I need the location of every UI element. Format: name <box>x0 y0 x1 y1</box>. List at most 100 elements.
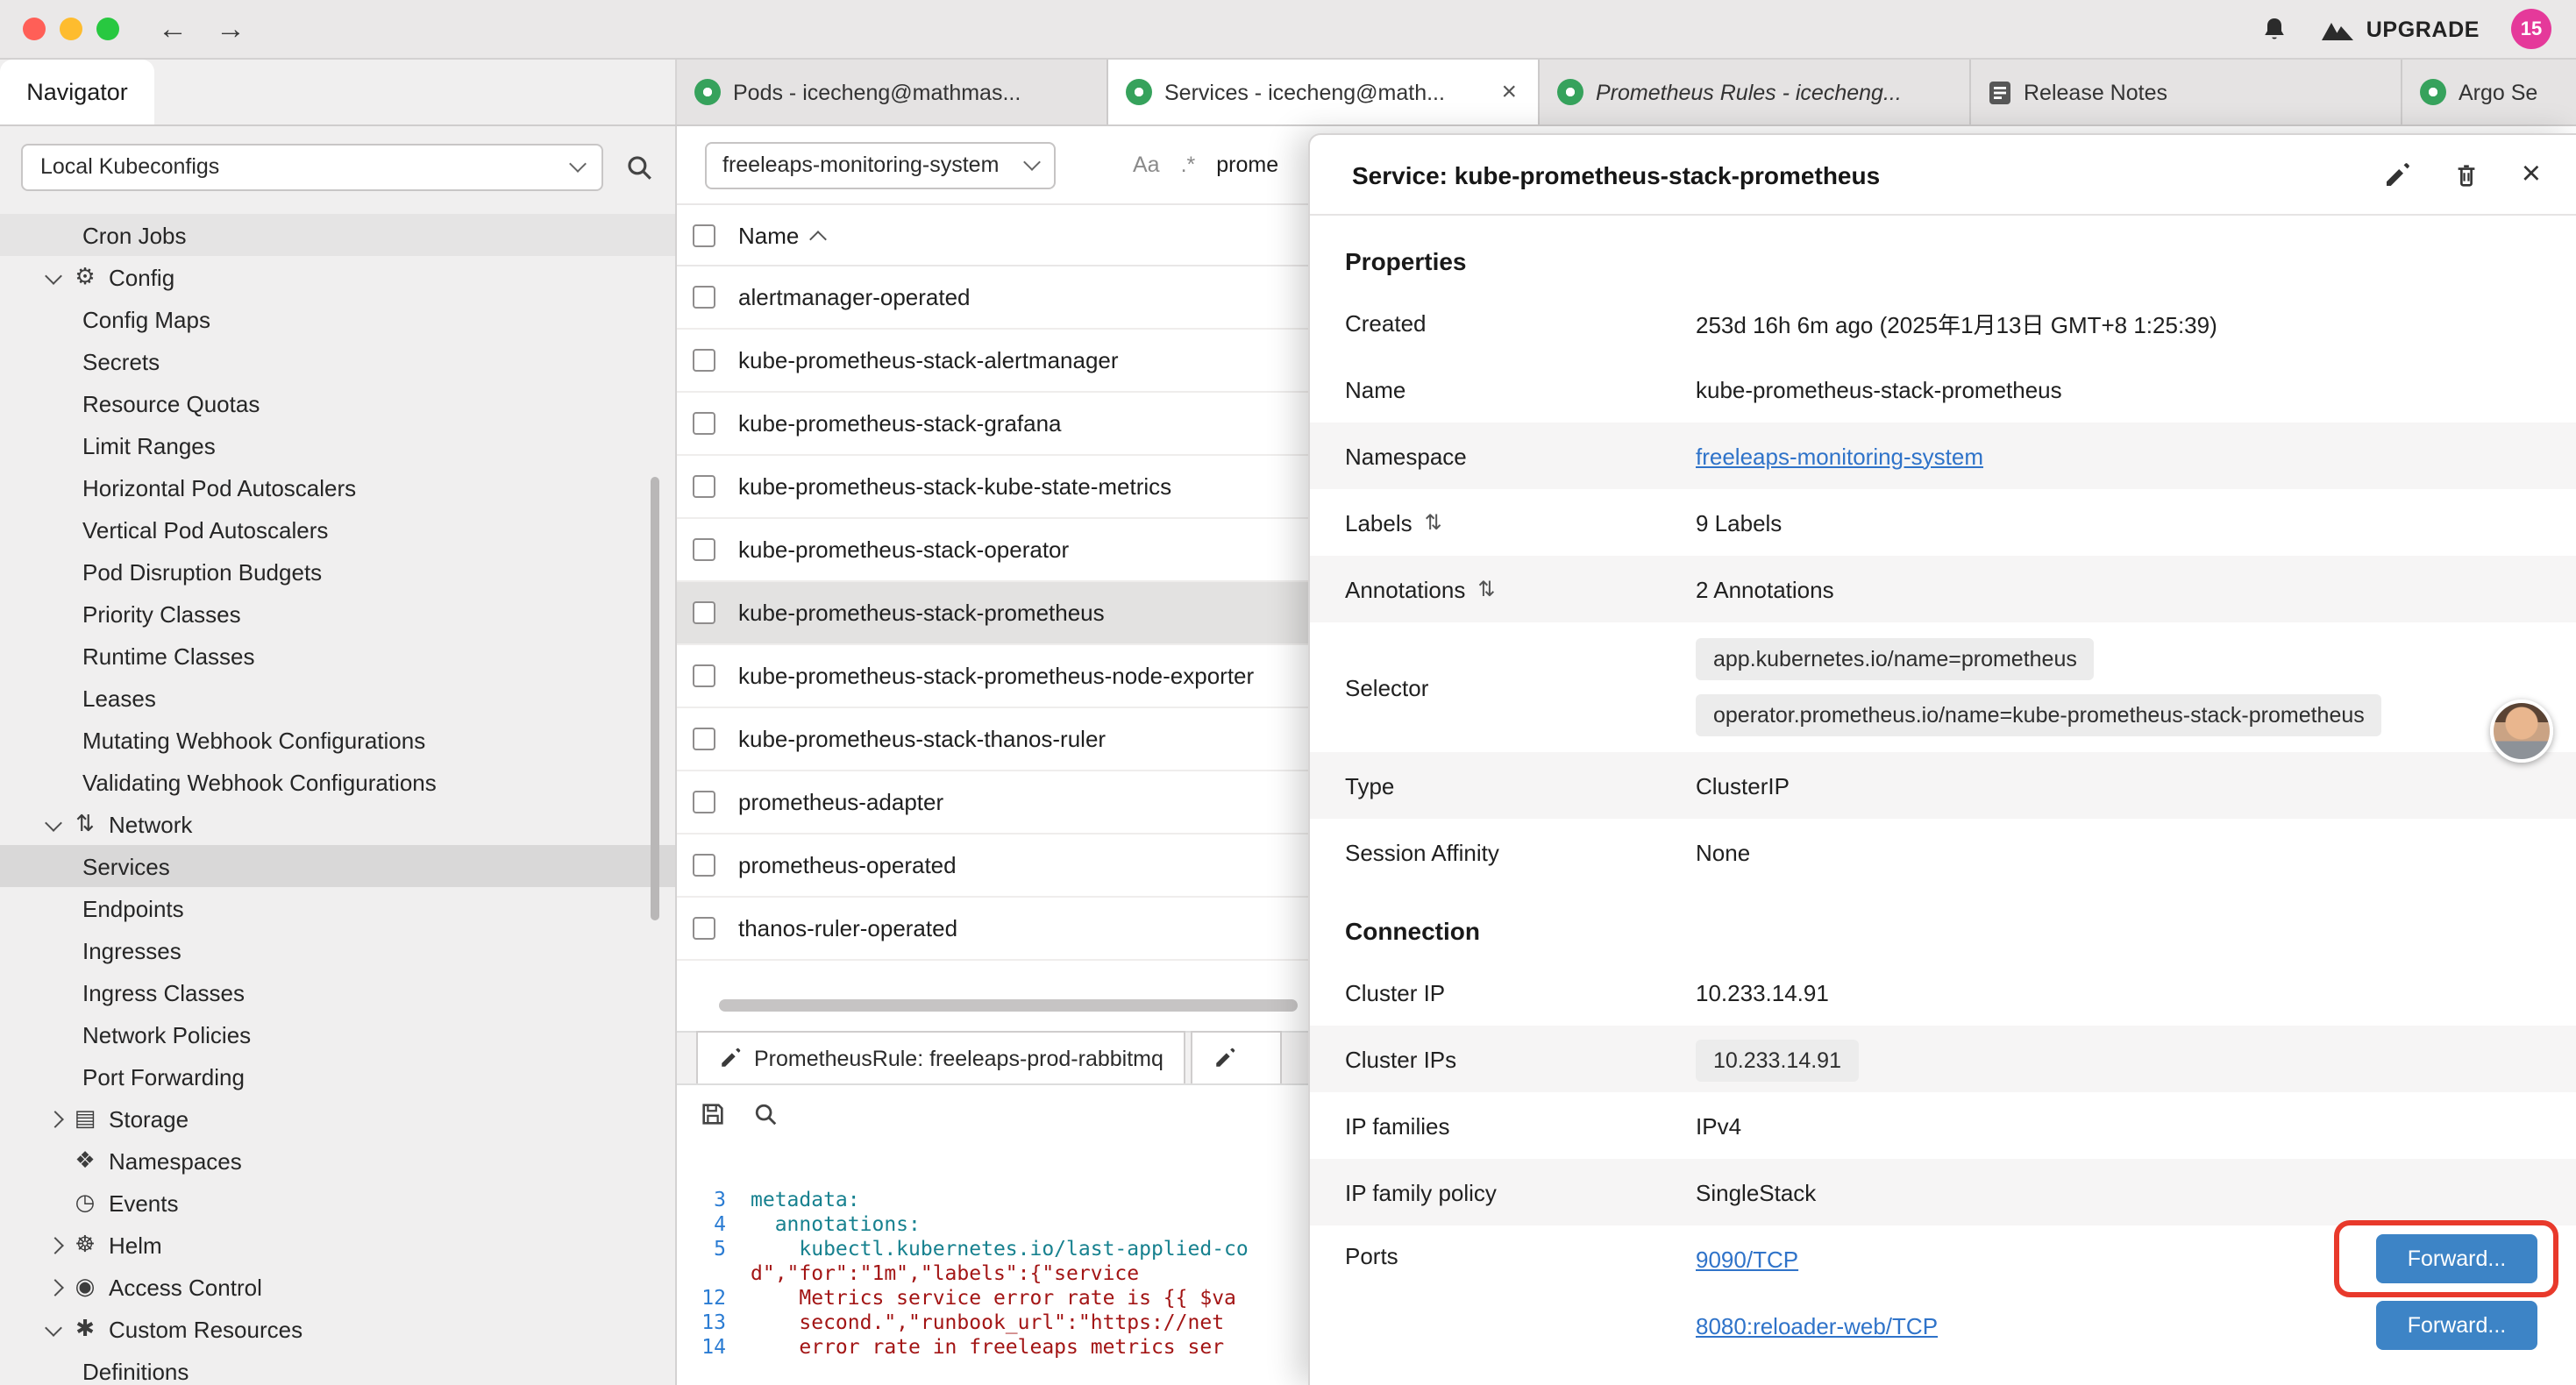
save-icon[interactable] <box>700 1100 726 1126</box>
close-panel-icon[interactable]: × <box>2522 158 2541 191</box>
kubeconfig-selector[interactable]: Local Kubeconfigs <box>21 143 603 190</box>
namespace-filter-value: freeleaps-monitoring-system <box>722 153 999 177</box>
dock-tab-active[interactable]: PrometheusRule: freeleaps-prod-rabbitmq <box>696 1031 1186 1083</box>
select-all-checkbox[interactable] <box>693 224 715 246</box>
row-checkbox[interactable] <box>693 917 715 940</box>
sidebar-scrollbar[interactable] <box>651 477 659 920</box>
sidebar-item-label: Definitions <box>82 1358 189 1384</box>
sidebar-item[interactable]: Endpoints <box>0 887 675 929</box>
notifications-bell-icon[interactable] <box>2261 15 2289 43</box>
expand-updown-icon[interactable]: ⇅ <box>1425 510 1442 535</box>
port-link[interactable]: 8080:reloader-web/TCP <box>1696 1312 1938 1339</box>
sidebar-item[interactable]: Pod Disruption Budgets <box>0 550 675 593</box>
back-arrow-icon[interactable]: ← <box>158 11 188 46</box>
delete-trash-icon[interactable] <box>2453 160 2480 188</box>
sidebar-item[interactable]: ☸ Helm <box>0 1224 675 1266</box>
sidebar-item[interactable]: Secrets <box>0 340 675 382</box>
row-checkbox[interactable] <box>693 664 715 687</box>
sidebar-item[interactable]: Limit Ranges <box>0 424 675 466</box>
tree-expander-icon[interactable] <box>42 1315 70 1343</box>
expand-updown-icon[interactable]: ⇅ <box>1477 577 1495 601</box>
tree-expander-icon[interactable] <box>42 263 70 291</box>
sidebar-item[interactable]: Config Maps <box>0 298 675 340</box>
type-label: Type <box>1345 772 1696 799</box>
sidebar-item[interactable]: Definitions <box>0 1350 675 1385</box>
sidebar-item[interactable]: ◷ Events <box>0 1182 675 1224</box>
sidebar-item[interactable]: Priority Classes <box>0 593 675 635</box>
editor-search-icon[interactable] <box>752 1100 779 1126</box>
kubernetes-cluster-icon <box>1126 79 1152 105</box>
editor-tab[interactable]: Pods - icecheng@mathmas... <box>677 60 1108 124</box>
sidebar-item[interactable]: Vertical Pod Autoscalers <box>0 508 675 550</box>
tree-expander-icon[interactable] <box>42 1273 70 1301</box>
cluster-ip-value: 10.233.14.91 <box>1696 979 2537 1005</box>
sidebar-item[interactable]: Port Forwarding <box>0 1055 675 1097</box>
sidebar-item[interactable]: Cron Jobs <box>0 214 675 256</box>
tree-expander-icon[interactable] <box>42 810 70 838</box>
forward-button[interactable]: Forward... <box>2376 1234 2537 1283</box>
session-affinity-value: None <box>1696 839 2537 865</box>
sidebar-item[interactable]: Resource Quotas <box>0 382 675 424</box>
kubeconfig-selector-value: Local Kubeconfigs <box>40 154 219 179</box>
ip-family-policy-label: IP family policy <box>1345 1179 1696 1205</box>
regex-toggle[interactable]: .* <box>1181 153 1196 177</box>
row-checkbox[interactable] <box>693 286 715 309</box>
row-checkbox[interactable] <box>693 791 715 813</box>
close-window-button[interactable] <box>23 18 46 40</box>
sidebar-search-icon[interactable] <box>624 152 654 181</box>
maximize-window-button[interactable] <box>96 18 119 40</box>
presenter-avatar[interactable] <box>2490 700 2553 763</box>
edit-pencil-icon[interactable] <box>2383 160 2411 188</box>
sidebar-item[interactable]: Runtime Classes <box>0 635 675 677</box>
match-case-toggle[interactable]: Aa <box>1133 153 1160 177</box>
sidebar-item[interactable]: Services <box>0 845 675 887</box>
sidebar-item[interactable]: Leases <box>0 677 675 719</box>
service-name: kube-prometheus-stack-kube-state-metrics <box>738 473 1171 500</box>
sidebar-item[interactable]: ✱ Custom Resources <box>0 1308 675 1350</box>
close-tab-icon[interactable]: × <box>1498 77 1520 107</box>
upgrade-button[interactable]: UPGRADE <box>2321 17 2480 41</box>
tree-expander-icon[interactable] <box>42 1147 70 1175</box>
notification-count-badge[interactable]: 15 <box>2511 9 2551 49</box>
tree-expander-icon[interactable] <box>42 1104 70 1133</box>
dock-tab-partial[interactable] <box>1192 1031 1283 1083</box>
name-column-header[interactable]: Name <box>738 222 823 248</box>
horizontal-scrollbar[interactable] <box>719 999 1298 1012</box>
sidebar-item[interactable]: Ingresses <box>0 929 675 971</box>
navigator-tab[interactable]: Navigator <box>0 60 154 124</box>
sidebar-item[interactable]: ◉ Access Control <box>0 1266 675 1308</box>
sidebar-item[interactable]: Mutating Webhook Configurations <box>0 719 675 761</box>
forward-button[interactable]: Forward... <box>2376 1301 2537 1350</box>
service-name: alertmanager-operated <box>738 284 971 310</box>
sidebar-item[interactable]: Validating Webhook Configurations <box>0 761 675 803</box>
editor-tab[interactable]: Argo Se <box>2402 60 2576 124</box>
row-checkbox[interactable] <box>693 475 715 498</box>
edit-pencil-icon <box>1214 1047 1237 1069</box>
sidebar-item[interactable]: Ingress Classes <box>0 971 675 1013</box>
namespace-link[interactable]: freeleaps-monitoring-system <box>1696 443 1983 469</box>
row-checkbox[interactable] <box>693 349 715 372</box>
search-query-text[interactable]: prome <box>1216 153 1278 177</box>
mountains-icon <box>2321 17 2356 41</box>
editor-tab[interactable]: Services - icecheng@math... × <box>1108 60 1540 124</box>
row-checkbox[interactable] <box>693 538 715 561</box>
editor-tab[interactable]: Release Notes <box>1971 60 2402 124</box>
tree-expander-icon[interactable] <box>42 1231 70 1259</box>
namespace-filter-select[interactable]: freeleaps-monitoring-system <box>705 141 1056 188</box>
sidebar-item[interactable]: Horizontal Pod Autoscalers <box>0 466 675 508</box>
row-checkbox[interactable] <box>693 854 715 877</box>
editor-tab[interactable]: Prometheus Rules - icecheng... <box>1540 60 1971 124</box>
tree-expander-icon[interactable] <box>42 1189 70 1217</box>
row-checkbox[interactable] <box>693 412 715 435</box>
sidebar-item[interactable]: ⚙ Config <box>0 256 675 298</box>
row-checkbox[interactable] <box>693 728 715 750</box>
port-link[interactable]: 9090/TCP <box>1696 1246 1798 1272</box>
sidebar-item[interactable]: ❖ Namespaces <box>0 1140 675 1182</box>
sidebar-item[interactable]: ▤ Storage <box>0 1097 675 1140</box>
sidebar-item[interactable]: ⇅ Network <box>0 803 675 845</box>
labels-label: Labels <box>1345 509 1413 536</box>
forward-arrow-icon[interactable]: → <box>216 11 246 46</box>
row-checkbox[interactable] <box>693 601 715 624</box>
minimize-window-button[interactable] <box>60 18 82 40</box>
sidebar-item[interactable]: Network Policies <box>0 1013 675 1055</box>
